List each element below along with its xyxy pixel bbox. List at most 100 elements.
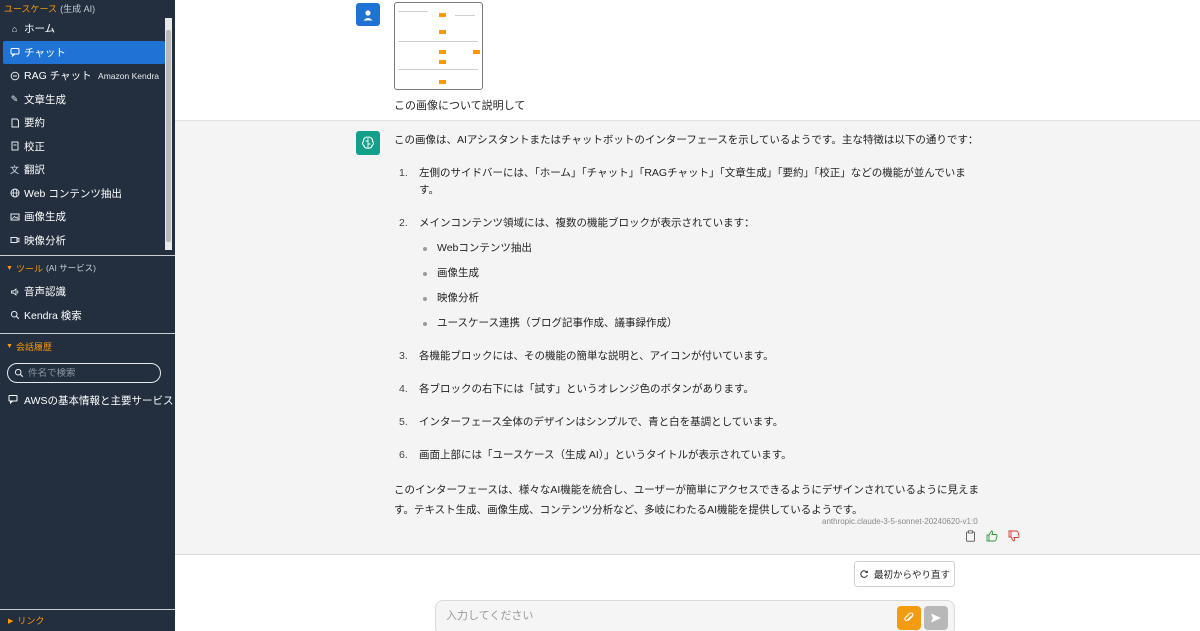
copy-button[interactable] — [963, 529, 977, 543]
caret-down-icon: ▼ — [6, 342, 13, 350]
sidebar-item-proofread[interactable]: 校正 — [0, 135, 175, 159]
sidebar-item-chat[interactable]: チャット — [3, 40, 165, 64]
sidebar-item-summary[interactable]: 要約 — [0, 111, 175, 135]
rag-chat-icon — [8, 71, 21, 81]
home-icon: ⌂ — [11, 23, 18, 34]
history-search-box[interactable] — [7, 363, 161, 383]
sidebar-scrollbar[interactable] — [165, 18, 172, 250]
sidebar-item-home[interactable]: ⌂ ホーム — [0, 17, 175, 41]
bullet-list: Webコンテンツ抽出 画像生成 映像分析 ユースケース連携（ブログ記事作成、議事… — [394, 240, 984, 340]
paperclip-icon — [904, 612, 914, 622]
list-item: 3. 各機能ブロックには、その機能の簡単な説明と、アイコンが付いています。 — [394, 348, 984, 365]
chat-icon — [8, 47, 21, 58]
restart-button[interactable]: 最初からやり直す — [854, 561, 955, 587]
list-number: 2. — [399, 217, 408, 229]
user-message: この画像について説明して — [175, 0, 1200, 121]
usecase-section-title: ユースケース (生成 AI) — [0, 0, 175, 17]
history-title: 会話履歴 — [15, 341, 52, 352]
list-text: 各ブロックの右下には「試す」というオレンジ色のボタンがあります。 — [419, 383, 754, 395]
thumbs-down-icon — [1008, 530, 1020, 542]
clipboard-icon — [965, 530, 975, 542]
chat-input-container — [435, 600, 955, 631]
list-item: 5. インターフェース全体のデザインはシンプルで、青と白を基調としています。 — [394, 414, 984, 431]
bullet-item: Webコンテンツ抽出 — [394, 240, 984, 265]
restart-button-label: 最初からやり直す — [873, 570, 950, 581]
caret-down-icon: ▼ — [6, 264, 13, 272]
video-icon — [8, 235, 21, 245]
attached-image-thumbnail[interactable] — [394, 2, 483, 90]
list-number: 6. — [399, 449, 408, 461]
usecase-subtitle: (生成 AI) — [60, 4, 96, 14]
bullet-item: 映像分析 — [394, 290, 984, 315]
assistant-message-body: この画像は、AIアシスタントまたはチャットボットのインターフェースを示しているよ… — [394, 132, 984, 520]
thumbs-down-button[interactable] — [1007, 529, 1021, 543]
list-text: 左側のサイドバーには、「ホーム」「チャット」「RAGチャット」「文章生成」「要約… — [419, 167, 966, 196]
assistant-intro: この画像は、AIアシスタントまたはチャットボットのインターフェースを示しているよ… — [394, 134, 979, 146]
sidebar-item-image-generation[interactable]: 画像生成 — [0, 205, 175, 229]
history-section-title[interactable]: ▼ 会話履歴 — [0, 334, 175, 358]
sidebar: ユースケース (生成 AI) ⌂ ホーム チャット RAG チャット Amazo… — [0, 0, 175, 631]
user-icon — [363, 9, 373, 20]
bullet-item: ユースケース連携（ブログ記事作成、議事録作成） — [394, 315, 984, 340]
sidebar-item-label: 文章生成 — [24, 93, 66, 106]
proofread-icon — [8, 141, 21, 151]
tools-section-title[interactable]: ▼ ツール (AI サービス) — [0, 256, 175, 280]
list-item: 6. 画面上部には「ユースケース（生成 AI）」というタイトルが表示されています… — [394, 447, 984, 464]
list-number: 1. — [399, 167, 408, 179]
caret-right-icon: ▶ — [8, 617, 14, 625]
bullet-text: Webコンテンツ抽出 — [437, 242, 532, 254]
sidebar-item-label: 音声認識 — [24, 286, 66, 299]
bullet-text: 画像生成 — [437, 267, 479, 279]
tools-title: ツール — [15, 263, 43, 274]
attach-button[interactable] — [897, 606, 921, 630]
audio-icon — [8, 287, 21, 297]
bullet-text: 映像分析 — [437, 292, 479, 304]
assistant-avatar — [356, 131, 380, 155]
sidebar-item-translate[interactable]: 文 翻訳 — [0, 158, 175, 182]
sidebar-item-label: RAG チャット — [24, 70, 92, 83]
sidebar-item-label: 映像分析 — [24, 234, 66, 247]
sidebar-item-web-extract[interactable]: Web コンテンツ抽出 — [0, 182, 175, 206]
link-section[interactable]: ▶ リンク — [0, 609, 175, 631]
list-text: 画面上部には「ユースケース（生成 AI）」というタイトルが表示されています。 — [419, 449, 792, 461]
bullet-text: ユースケース連携（ブログ記事作成、議事録作成） — [437, 317, 678, 329]
sidebar-item-label: ホーム — [24, 23, 56, 36]
kendra-badge: Amazon Kendra — [98, 70, 159, 81]
list-number: 3. — [399, 350, 408, 362]
model-id: anthropic.claude-3-5-sonnet-20240620-v1:… — [822, 517, 978, 526]
sidebar-item-kendra-search[interactable]: Kendra 検索 — [0, 304, 175, 328]
history-search-input[interactable] — [28, 367, 148, 379]
send-icon — [931, 613, 941, 623]
link-title: リンク — [17, 616, 45, 626]
list-item: 4. 各ブロックの右下には「試す」というオレンジ色のボタンがあります。 — [394, 381, 984, 398]
user-message-text: この画像について説明して — [394, 100, 526, 112]
sidebar-item-label: Kendra 検索 — [24, 309, 82, 322]
thumbs-up-button[interactable] — [985, 529, 999, 543]
search-icon — [8, 310, 21, 320]
sidebar-item-rag-chat[interactable]: RAG チャット Amazon Kendra — [0, 64, 175, 88]
send-button[interactable] — [924, 606, 948, 630]
image-icon — [8, 212, 21, 222]
history-item-label: AWSの基本情報と主要サービス — [24, 394, 174, 407]
assistant-closing: このインターフェースは、様々なAI機能を統合し、ユーザーが簡単にアクセスできるよ… — [394, 484, 980, 516]
translate-icon: 文 — [9, 165, 19, 176]
usecase-title: ユースケース — [4, 4, 58, 14]
tools-subtitle: (AI サービス) — [45, 263, 97, 273]
list-item: 1. 左側のサイドバーには、「ホーム」「チャット」「RAGチャット」「文章生成」… — [394, 165, 984, 199]
list-text: インターフェース全体のデザインはシンプルで、青と白を基調としています。 — [419, 416, 784, 428]
user-avatar — [356, 3, 380, 26]
sidebar-item-text-generation[interactable]: ✎ 文章生成 — [0, 88, 175, 112]
list-text: メインコンテンツ領域には、複数の機能ブロックが表示されています： — [419, 217, 755, 229]
brain-icon — [362, 136, 374, 149]
history-item[interactable]: AWSの基本情報と主要サービス — [0, 389, 175, 411]
thumbs-up-icon — [986, 530, 998, 542]
list-number: 4. — [399, 383, 408, 395]
sidebar-item-video-analysis[interactable]: 映像分析 — [0, 229, 175, 253]
chat-input[interactable] — [446, 610, 886, 622]
search-icon — [14, 368, 24, 378]
sidebar-item-speech-recognition[interactable]: 音声認識 — [0, 280, 175, 304]
bullet-item: 画像生成 — [394, 265, 984, 290]
assistant-message: この画像は、AIアシスタントまたはチャットボットのインターフェースを示しているよ… — [175, 121, 1200, 555]
pencil-icon: ✎ — [10, 93, 19, 104]
sidebar-scrollbar-thumb[interactable] — [166, 30, 171, 242]
